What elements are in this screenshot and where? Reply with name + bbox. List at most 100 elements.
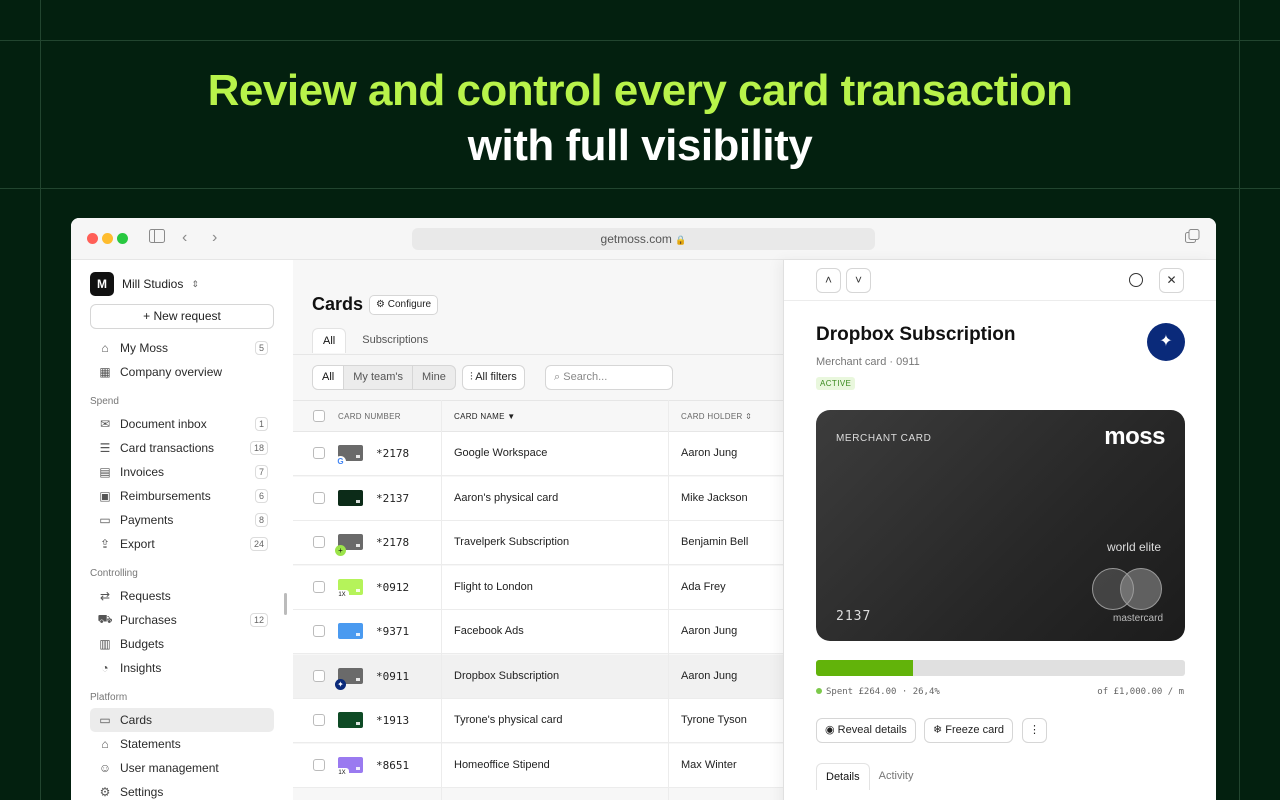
reveal-details-button[interactable]: ◉ Reveal details <box>816 718 916 743</box>
search-placeholder: Search... <box>563 371 608 383</box>
card-number-cell: *8651 <box>376 758 410 772</box>
table-row[interactable]: 1X *8651 Homeoffice Stipend Max Winter <box>293 743 793 788</box>
close-window-button[interactable] <box>87 233 98 244</box>
select-all-checkbox[interactable] <box>313 410 325 422</box>
detail-tabs: Details Activity <box>816 763 922 790</box>
status-circle-icon[interactable] <box>1129 273 1143 287</box>
sidebar-item-invoices[interactable]: ▤ Invoices 7 <box>90 460 274 484</box>
segment-all[interactable]: All <box>313 366 345 389</box>
table-row[interactable]: *2137 Aaron's physical card Mike Jackson <box>293 476 793 521</box>
column-card-name[interactable]: CARD NAME ▼ <box>454 412 515 421</box>
row-checkbox[interactable] <box>313 447 325 459</box>
tab-activity[interactable]: Activity <box>870 763 923 790</box>
search-input[interactable]: ⌕ Search... <box>545 365 673 390</box>
card-thumbnail-icon: + <box>335 534 363 556</box>
sidebar-item-document-inbox[interactable]: ✉ Document inbox 1 <box>90 412 274 436</box>
sidebar-item-cards[interactable]: ▭ Cards <box>90 708 274 732</box>
sidebar-toggle-icon[interactable] <box>149 229 165 248</box>
cards-icon: ▭ <box>99 713 111 727</box>
configure-button[interactable]: ⚙ Configure <box>369 295 439 315</box>
sidebar-item-label: Company overview <box>120 365 223 379</box>
sidebar-item-settings[interactable]: ⚙ Settings <box>90 780 274 800</box>
previous-card-button[interactable]: ˄ <box>816 268 841 293</box>
card-number-cell: *2137 <box>376 491 410 505</box>
section-controlling: Controlling <box>90 568 138 579</box>
tab-details[interactable]: Details <box>816 763 870 790</box>
column-card-number[interactable]: CARD NUMBER <box>338 412 401 421</box>
zoom-window-button[interactable] <box>117 233 128 244</box>
tabs-overview-icon[interactable] <box>1185 229 1200 249</box>
sidebar-item-company-overview[interactable]: ▦ Company overview <box>90 360 274 384</box>
tab-all[interactable]: All <box>312 328 347 353</box>
address-bar[interactable]: getmoss.com 🔒 <box>412 228 875 250</box>
next-card-button[interactable]: ˅ <box>846 268 871 293</box>
browser-window: ‹ › getmoss.com 🔒 M Mill Studios ⇕ + New… <box>71 218 1216 800</box>
all-filters-button[interactable]: ⫶ All filters <box>462 365 525 390</box>
sidebar-item-label: My Moss <box>120 341 168 355</box>
sidebar-item-reimbursements[interactable]: ▣ Reimbursements 6 <box>90 484 274 508</box>
dropbox-logo-icon: ✦ <box>1147 323 1185 361</box>
segment-mine[interactable]: Mine <box>413 366 455 389</box>
card-tier-label: world elite <box>1106 540 1161 554</box>
sidebar-item-count: 18 <box>249 441 268 455</box>
sidebar-item-card-transactions[interactable]: ☰ Card transactions 18 <box>90 436 274 460</box>
sidebar-item-budgets[interactable]: ▥ Budgets <box>90 632 274 656</box>
sidebar-scrollbar[interactable] <box>284 593 287 615</box>
spend-progress-fill <box>816 660 914 676</box>
table-header: CARD NUMBER CARD NAME ▼ CARD HOLDER ⇕ <box>293 400 793 432</box>
row-checkbox[interactable] <box>313 758 325 771</box>
segment-my-teams[interactable]: My team's <box>344 366 414 389</box>
row-checkbox[interactable] <box>313 580 325 593</box>
reveal-details-label: Reveal details <box>837 724 907 736</box>
chevron-up-icon: ˄ <box>824 273 832 287</box>
card-chip-icon <box>356 455 360 458</box>
table-row[interactable]: *1913 Tyrone's physical card Tyrone Tyson <box>293 699 793 743</box>
wallet-icon: ▣ <box>99 489 111 503</box>
sidebar-item-my-moss[interactable]: ⌂ My Moss 5 <box>90 336 274 360</box>
row-checkbox[interactable] <box>313 714 325 726</box>
grid-line <box>0 188 1280 189</box>
sidebar-item-label: Export <box>120 537 155 551</box>
plus-icon: + <box>143 309 151 323</box>
back-icon[interactable]: ‹ <box>182 229 187 247</box>
tab-subscriptions[interactable]: Subscriptions <box>352 328 438 353</box>
org-switcher[interactable]: M Mill Studios ⇕ <box>90 272 199 296</box>
hero-heading: Review and control every card transactio… <box>0 62 1280 172</box>
sidebar-item-label: User management <box>120 761 219 775</box>
more-options-button[interactable]: ⋮ <box>1022 718 1047 743</box>
close-panel-button[interactable]: ✕ <box>1159 268 1184 293</box>
table-row[interactable]: *9371 Facebook Ads Aaron Jung <box>293 610 793 654</box>
sidebar-item-label: Statements <box>120 737 181 751</box>
card-chip-icon <box>356 677 360 681</box>
sidebar-item-export[interactable]: ⇪ Export 24 <box>90 532 274 556</box>
grid-line <box>0 40 1280 41</box>
row-checkbox[interactable] <box>313 491 325 504</box>
table-row[interactable]: G *2178 Google Workspace Aaron Jung <box>293 432 793 476</box>
freeze-card-button[interactable]: ❄ Freeze card <box>924 718 1013 743</box>
sidebar-item-count: 1 <box>254 417 268 431</box>
sidebar-item-statements[interactable]: ⌂ Statements <box>90 732 274 756</box>
minimize-window-button[interactable] <box>102 233 113 244</box>
table-row[interactable]: 1X *0912 Flight to London Ada Frey <box>293 565 793 610</box>
forward-icon[interactable]: › <box>212 229 217 247</box>
sidebar-item-purchases[interactable]: ⛟ Purchases 12 <box>90 608 274 632</box>
sort-desc-icon: ▼ <box>507 412 516 421</box>
card-chip-icon <box>356 633 360 636</box>
card-holder-cell: Mike Jackson <box>681 491 748 504</box>
section-spend: Spend <box>90 396 119 407</box>
column-card-holder[interactable]: CARD HOLDER ⇕ <box>681 412 752 421</box>
sidebar-item-user-management[interactable]: ☺ User management <box>90 756 274 780</box>
card-holder-cell: Ada Frey <box>681 580 726 593</box>
sidebar-item-payments[interactable]: ▭ Payments 8 <box>90 508 274 532</box>
table-row[interactable]: + *2178 Travelperk Subscription Benjamin Be… <box>293 521 793 565</box>
row-checkbox[interactable] <box>313 536 325 548</box>
new-request-button[interactable]: + New request <box>90 304 274 329</box>
sidebar-item-insights[interactable]: ◔ Insights <box>90 656 274 680</box>
card-number-cell: *2178 <box>376 447 410 460</box>
row-checkbox[interactable] <box>313 625 325 637</box>
sidebar-item-requests[interactable]: ⇄ Requests <box>90 584 274 608</box>
export-icon: ⇪ <box>99 537 111 551</box>
table-row[interactable]: ✦ *0911 Dropbox Subscription Aaron Jung <box>293 654 793 699</box>
row-checkbox[interactable] <box>313 669 325 682</box>
hero-line-1: Review and control every card transactio… <box>207 66 1073 115</box>
